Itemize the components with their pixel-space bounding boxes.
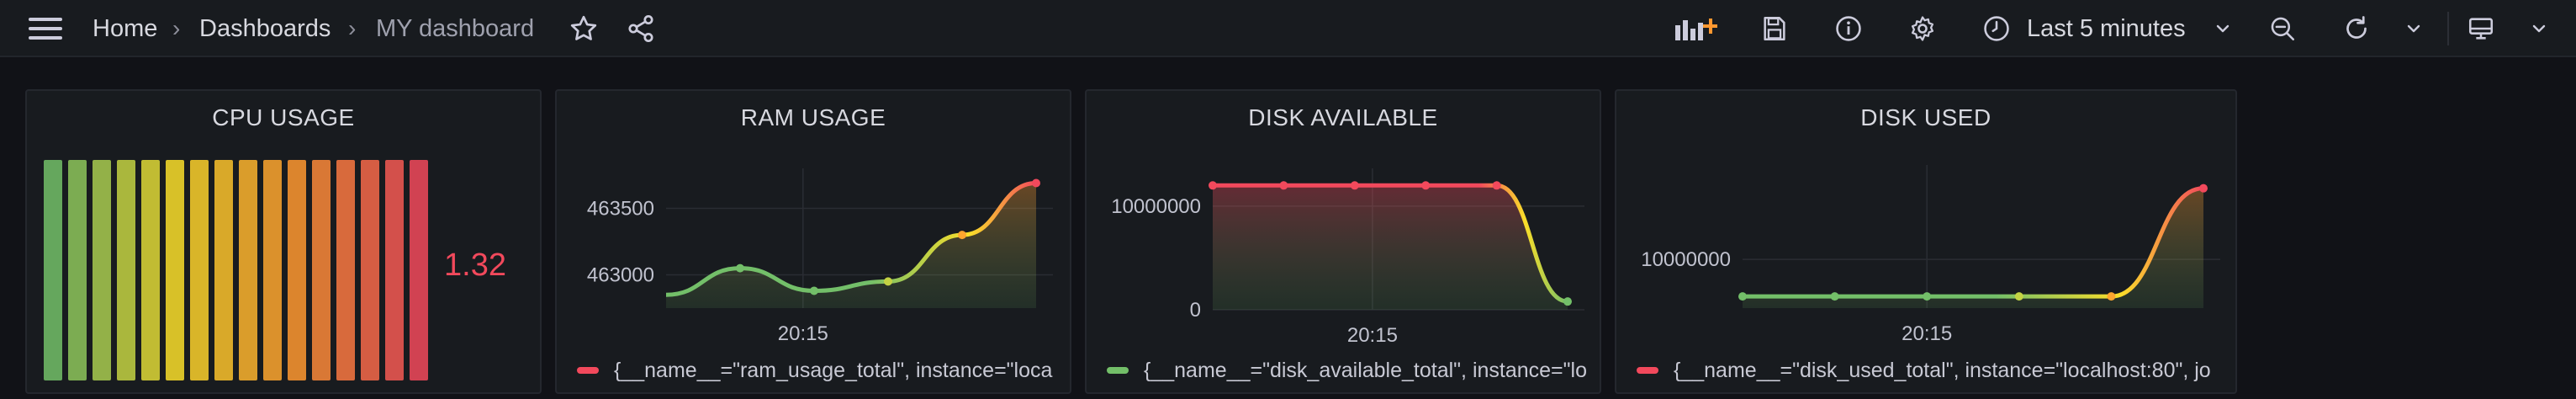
top-navigation-bar: Home › Dashboards › MY dashboard Last 5 … — [0, 0, 2576, 57]
cpu-bar-segment — [214, 160, 233, 380]
panel-ram-usage[interactable]: RAM USAGE 463000 463500 20:15 {__name__="r… — [555, 89, 1071, 394]
cpu-bar-segment — [44, 160, 62, 380]
cpu-bar-segment — [336, 160, 355, 380]
share-icon[interactable] — [626, 13, 656, 44]
toolbar-divider — [2447, 12, 2449, 45]
data-point — [2107, 292, 2116, 301]
breadcrumb-current-dashboard: MY dashboard — [376, 14, 535, 42]
data-point — [736, 263, 744, 273]
disk-used-graph: 10000000 20:15 — [1641, 165, 2220, 345]
x-tick-label: 20:15 — [1902, 322, 1952, 345]
chevron-down-icon[interactable] — [2404, 19, 2424, 39]
data-point — [2014, 292, 2023, 301]
cpu-bar-segment — [117, 160, 135, 380]
cpu-bar-segment — [361, 160, 379, 380]
x-tick-label: 20:15 — [778, 322, 828, 345]
cpu-bar-segment — [68, 160, 87, 380]
data-point — [1738, 292, 1747, 301]
legend-swatch — [577, 367, 599, 374]
data-point — [1421, 181, 1431, 190]
legend-label: {__name__="ram_usage_total", instance="l… — [614, 358, 1053, 382]
clock-icon[interactable] — [1982, 14, 2011, 43]
data-point — [1563, 297, 1572, 306]
legend[interactable]: {__name__="ram_usage_total", instance="l… — [577, 354, 1063, 387]
data-point — [2199, 184, 2208, 193]
legend[interactable]: {__name__="disk_used_total", instance="l… — [1637, 354, 2229, 387]
refresh-icon[interactable] — [2341, 13, 2372, 44]
data-point — [1492, 181, 1501, 190]
data-point — [958, 231, 966, 240]
breadcrumb-home[interactable]: Home — [93, 0, 157, 57]
cpu-bar-segment — [141, 160, 160, 380]
data-point — [1032, 178, 1040, 188]
y-tick-label: 10000000 — [1111, 195, 1201, 218]
cpu-value: 1.32 — [444, 247, 506, 283]
data-point — [1830, 292, 1839, 301]
cpu-bar-segment — [93, 160, 111, 380]
breadcrumb-dashboards[interactable]: Dashboards — [199, 0, 331, 57]
zoom-out-icon[interactable] — [2268, 14, 2297, 43]
cpu-bar-segment — [166, 160, 184, 380]
breadcrumb-separator: › — [172, 15, 181, 41]
tv-mode-icon[interactable] — [2467, 14, 2495, 43]
cpu-bar-segment — [263, 160, 282, 380]
y-tick-label: 10000000 — [1641, 248, 1731, 271]
cpu-bar-segment — [239, 160, 257, 380]
settings-icon[interactable] — [1908, 14, 1937, 43]
series-line — [1743, 186, 2204, 299]
legend-swatch — [1107, 367, 1129, 374]
y-tick-label: 0 — [1190, 299, 1201, 322]
data-point — [810, 286, 818, 295]
time-range-picker[interactable]: Last 5 minutes — [2027, 0, 2186, 57]
data-point — [884, 277, 892, 286]
disk-available-graph: 0 10000000 20:15 — [1111, 168, 1584, 347]
info-icon[interactable] — [1834, 14, 1863, 43]
data-point — [1209, 181, 1217, 190]
data-point — [1923, 292, 1932, 301]
chevron-down-icon[interactable] — [2213, 19, 2233, 39]
breadcrumb-separator: › — [348, 15, 357, 41]
save-icon[interactable] — [1760, 14, 1789, 43]
cpu-bar-segment — [410, 160, 428, 380]
data-point — [1350, 181, 1359, 190]
chevron-down-icon[interactable] — [2529, 19, 2549, 39]
cpu-bar-gauge — [44, 160, 428, 380]
cpu-bar-segment — [312, 160, 331, 380]
series-area — [666, 183, 1036, 308]
y-tick-label: 463000 — [587, 264, 654, 287]
series-area — [1743, 188, 2203, 308]
star-icon[interactable] — [569, 13, 599, 44]
add-panel-icon[interactable] — [1674, 13, 1717, 44]
menu-icon[interactable] — [29, 15, 64, 42]
series-area — [1213, 185, 1568, 310]
x-tick-label: 20:15 — [1347, 324, 1398, 347]
panel-disk-used[interactable]: DISK USED 10000000 20:15 {__name__="disk_… — [1615, 89, 2237, 394]
panel-disk-available[interactable]: DISK AVAILABLE 0 10000000 20:15 {__name__=… — [1085, 89, 1601, 394]
legend-label: {__name__="disk_available_total", instan… — [1144, 358, 1587, 382]
cpu-bar-segment — [288, 160, 306, 380]
legend-swatch — [1637, 367, 1658, 374]
panel-cpu-usage[interactable]: CPU USAGE 1.32 — [25, 89, 542, 394]
data-point — [1279, 181, 1288, 190]
cpu-bar-segment — [385, 160, 404, 380]
ram-usage-graph: 463000 463500 20:15 — [587, 168, 1053, 345]
legend-label: {__name__="disk_used_total", instance="l… — [1674, 358, 2211, 382]
legend[interactable]: {__name__="disk_available_total", instan… — [1107, 354, 1593, 387]
y-tick-label: 463500 — [587, 198, 654, 221]
cpu-bar-segment — [190, 160, 209, 380]
